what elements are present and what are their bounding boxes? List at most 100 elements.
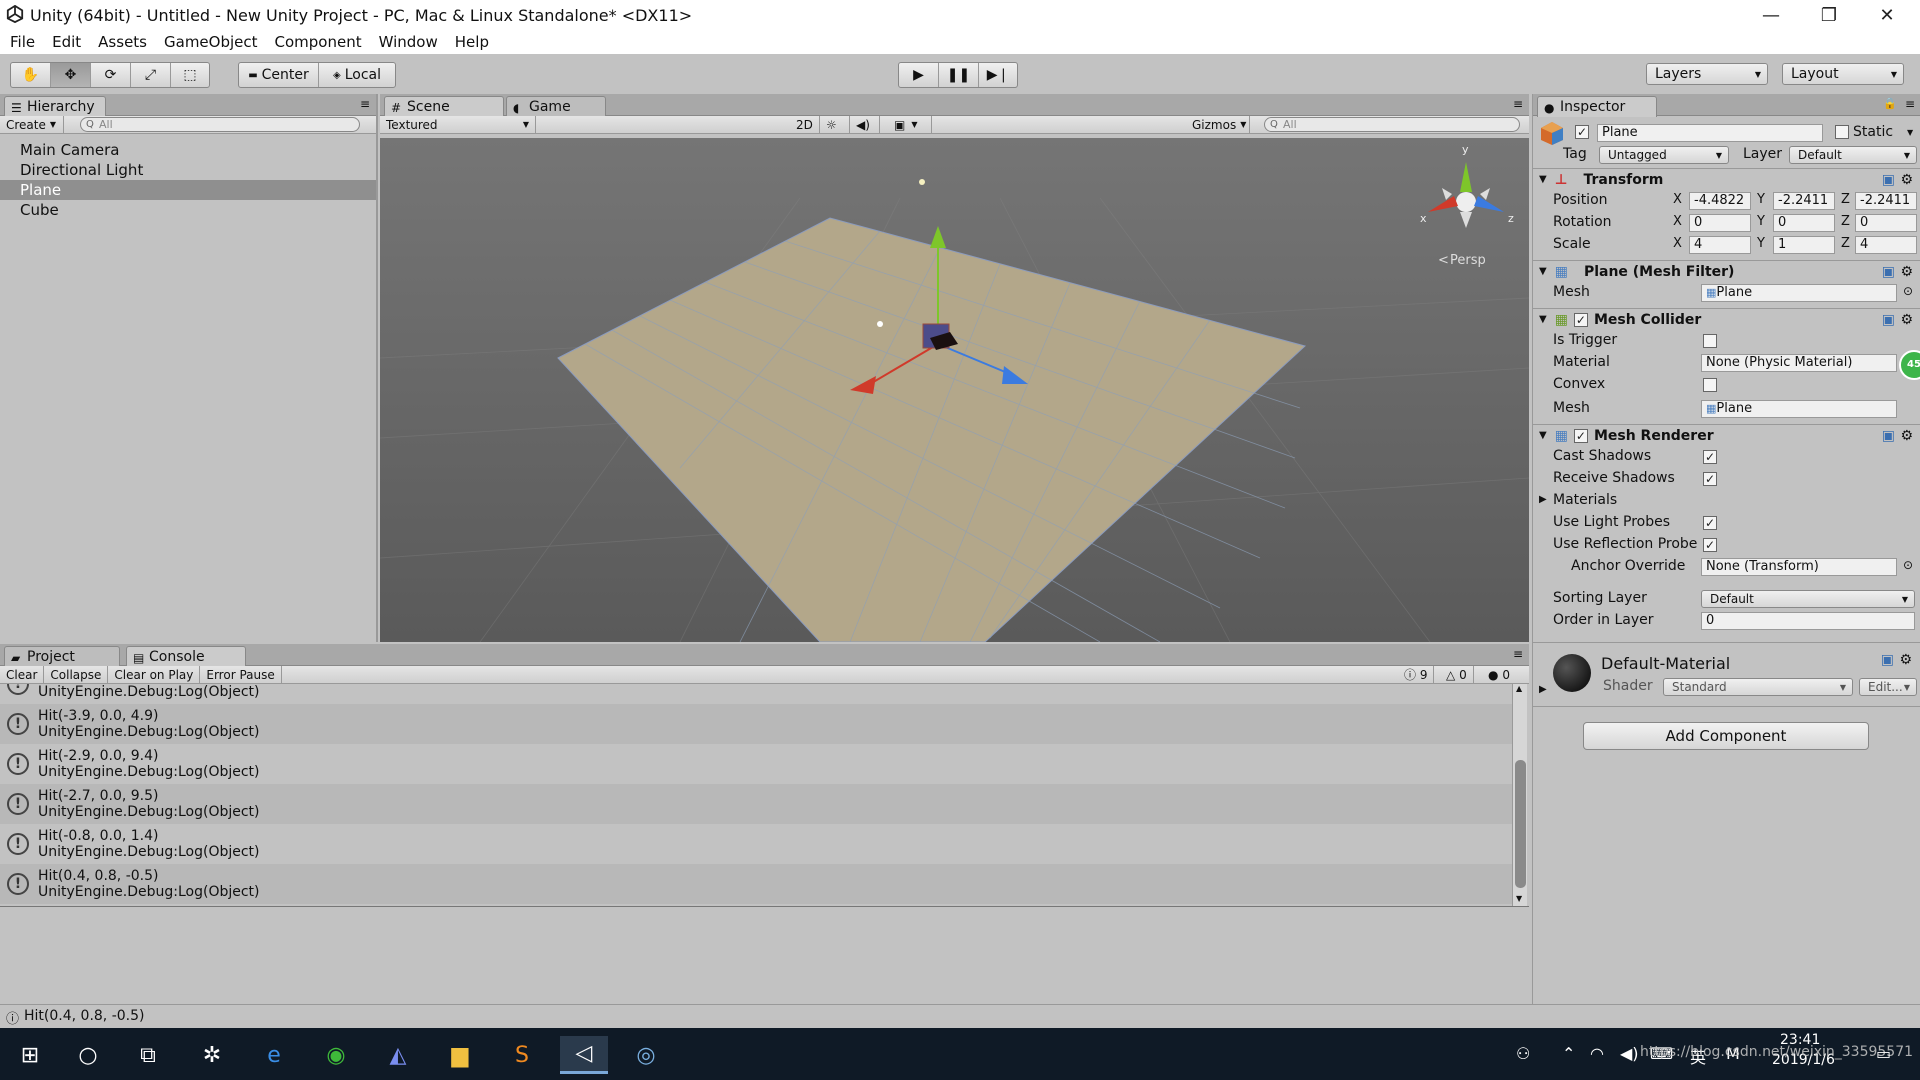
scale-z-field[interactable]: 4	[1855, 236, 1917, 254]
create-dropdown[interactable]: Create ▼	[0, 115, 64, 134]
materials-label[interactable]: Materials	[1553, 492, 1617, 508]
menu-file[interactable]: File	[10, 33, 35, 51]
help-icon[interactable]: ▣	[1882, 428, 1895, 444]
error-count-toggle[interactable]: ● 0	[1482, 666, 1516, 684]
object-picker-icon[interactable]: ⊙	[1903, 558, 1913, 572]
start-button[interactable]: ⊞	[6, 1036, 54, 1074]
tab-project[interactable]: ▰ Project	[4, 646, 120, 667]
transform-header[interactable]: ▼ ⊥ Transform ▣ ⚙	[1533, 168, 1920, 190]
rotation-z-field[interactable]: 0	[1855, 214, 1917, 232]
minimize-button[interactable]: —	[1742, 0, 1800, 30]
network-icon[interactable]: ◠	[1590, 1044, 1604, 1063]
position-y-field[interactable]: -2.2411	[1773, 192, 1835, 210]
pivot-local-button[interactable]: ◈ Local	[319, 63, 395, 87]
material-foldout-icon[interactable]: ▶	[1539, 684, 1547, 695]
rect-tool-button[interactable]: ⬚	[171, 63, 209, 87]
task-view-button[interactable]: ⧉	[124, 1036, 172, 1074]
scrollbar-thumb[interactable]	[1515, 760, 1526, 888]
hand-tool-button[interactable]: ✋	[11, 63, 51, 87]
tab-inspector[interactable]: ● Inspector	[1537, 96, 1657, 117]
scale-y-field[interactable]: 1	[1773, 236, 1835, 254]
pause-button[interactable]: ❚❚	[939, 63, 979, 87]
menu-window[interactable]: Window	[379, 33, 438, 51]
gizmos-dropdown[interactable]: Gizmos ▼	[1186, 115, 1250, 134]
panel-menu-icon[interactable]: ≡	[1513, 647, 1523, 661]
help-icon[interactable]: ▣	[1882, 264, 1895, 280]
panel-menu-icon[interactable]: ≡	[360, 97, 370, 111]
add-component-button[interactable]: Add Component	[1583, 722, 1869, 750]
console-entry[interactable]: ! Hit(0.4, 0.8, -0.5) UnityEngine.Debug:…	[0, 864, 1512, 904]
console-entry[interactable]: ! Hit(-2.9, 0.0, 9.4) UnityEngine.Debug:…	[0, 744, 1512, 784]
collapse-button[interactable]: Collapse	[44, 665, 109, 684]
rotation-y-field[interactable]: 0	[1773, 214, 1835, 232]
sorting-layer-dropdown[interactable]: Default	[1701, 590, 1915, 608]
effects-dropdown[interactable]: ▣ ▼	[888, 115, 932, 134]
scene-search-input[interactable]: All	[1264, 117, 1520, 132]
position-z-field[interactable]: -2.2411	[1855, 192, 1917, 210]
log-count-toggle[interactable]: ⓘ 9	[1398, 665, 1435, 684]
console-entry[interactable]: ! Hit(-2.7, 0.0, 9.5) UnityEngine.Debug:…	[0, 784, 1512, 824]
step-button[interactable]: ▶❘	[979, 63, 1017, 87]
pivot-center-button[interactable]: ▬ Center	[239, 63, 319, 87]
taskbar-app-pinwheel[interactable]: ✲	[188, 1036, 236, 1074]
object-name-field[interactable]: Plane	[1597, 124, 1823, 142]
tag-dropdown[interactable]: Untagged	[1599, 146, 1729, 164]
taskbar-app-browser[interactable]: ◉	[312, 1036, 360, 1074]
shader-dropdown[interactable]: Standard	[1663, 678, 1853, 696]
console-entry[interactable]: ! Hit(-0.8, 0.0, 1.4) UnityEngine.Debug:…	[0, 824, 1512, 864]
volume-icon[interactable]: ◀)	[1620, 1044, 1639, 1063]
gear-icon[interactable]: ⚙	[1900, 428, 1913, 444]
hierarchy-item-directional-light[interactable]: Directional Light	[0, 160, 376, 180]
help-icon[interactable]: ▣	[1882, 172, 1895, 188]
notification-icon[interactable]: ▭	[1876, 1044, 1891, 1063]
tab-scene[interactable]: # Scene	[384, 96, 504, 117]
convex-checkbox[interactable]	[1703, 378, 1717, 392]
tab-hierarchy[interactable]: ☰ Hierarchy	[4, 96, 106, 117]
use-light-probes-checkbox[interactable]: ✓	[1703, 516, 1717, 530]
clear-button[interactable]: Clear	[0, 665, 45, 684]
mesh-renderer-enabled-checkbox[interactable]: ✓	[1573, 428, 1588, 443]
mesh-renderer-header[interactable]: ▼ ▦ ✓ Mesh Renderer ▣ ⚙	[1533, 424, 1920, 446]
light-gizmo[interactable]	[919, 179, 925, 185]
object-picker-icon[interactable]: ⊙	[1903, 284, 1913, 298]
persp-label[interactable]: Persp	[1450, 253, 1486, 268]
anchor-override-field[interactable]: None (Transform)	[1701, 558, 1897, 576]
people-icon[interactable]: ⚇	[1516, 1044, 1530, 1063]
play-button[interactable]: ▶	[899, 63, 939, 87]
collider-material-field[interactable]: None (Physic Material)	[1701, 354, 1897, 372]
mode-2d-button[interactable]: 2D	[790, 115, 820, 134]
tab-console[interactable]: ▤ Console	[126, 646, 246, 667]
scale-tool-button[interactable]: ⤢	[131, 63, 171, 87]
restore-button[interactable]: ❐	[1800, 0, 1858, 30]
panel-menu-icon[interactable]: ≡	[1905, 97, 1915, 111]
menu-component[interactable]: Component	[275, 33, 362, 51]
scroll-up-icon[interactable]: ▲	[1516, 684, 1522, 693]
use-reflection-probes-checkbox[interactable]: ✓	[1703, 538, 1717, 552]
close-button[interactable]: ✕	[1858, 0, 1916, 30]
menu-edit[interactable]: Edit	[52, 33, 81, 51]
rotate-tool-button[interactable]: ⟳	[91, 63, 131, 87]
chevron-up-icon[interactable]: ⌃	[1562, 1044, 1575, 1063]
panel-menu-icon[interactable]: ≡	[1513, 97, 1523, 111]
mesh-filter-mesh-field[interactable]: ▦Plane	[1701, 284, 1897, 302]
error-pause-button[interactable]: Error Pause	[200, 665, 282, 684]
shader-edit-button[interactable]: Edit...	[1859, 678, 1917, 696]
taskbar-app-qq[interactable]: ◎	[622, 1036, 670, 1074]
layers-dropdown[interactable]: Layers	[1646, 63, 1768, 85]
warning-count-toggle[interactable]: △ 0	[1440, 665, 1474, 684]
position-x-field[interactable]: -4.4822	[1689, 192, 1751, 210]
menu-gameobject[interactable]: GameObject	[164, 33, 258, 51]
clear-on-play-button[interactable]: Clear on Play	[108, 665, 201, 684]
static-checkbox[interactable]	[1835, 125, 1849, 139]
materials-foldout-icon[interactable]: ▶	[1539, 494, 1547, 505]
scene-viewport[interactable]: y x z < Persp	[380, 138, 1529, 642]
chevron-down-icon[interactable]: ▼	[1907, 128, 1913, 137]
status-message[interactable]: Hit(0.4, 0.8, -0.5)	[24, 1008, 144, 1024]
hierarchy-item-cube[interactable]: Cube	[0, 200, 376, 220]
console-entry[interactable]: ! UnityEngine.Debug:Log(Object)	[0, 684, 1512, 704]
shading-dropdown[interactable]: Textured ▼	[380, 115, 536, 134]
menu-help[interactable]: Help	[455, 33, 489, 51]
is-trigger-checkbox[interactable]	[1703, 334, 1717, 348]
layout-dropdown[interactable]: Layout	[1782, 63, 1904, 85]
active-checkbox[interactable]: ✓	[1575, 125, 1589, 139]
